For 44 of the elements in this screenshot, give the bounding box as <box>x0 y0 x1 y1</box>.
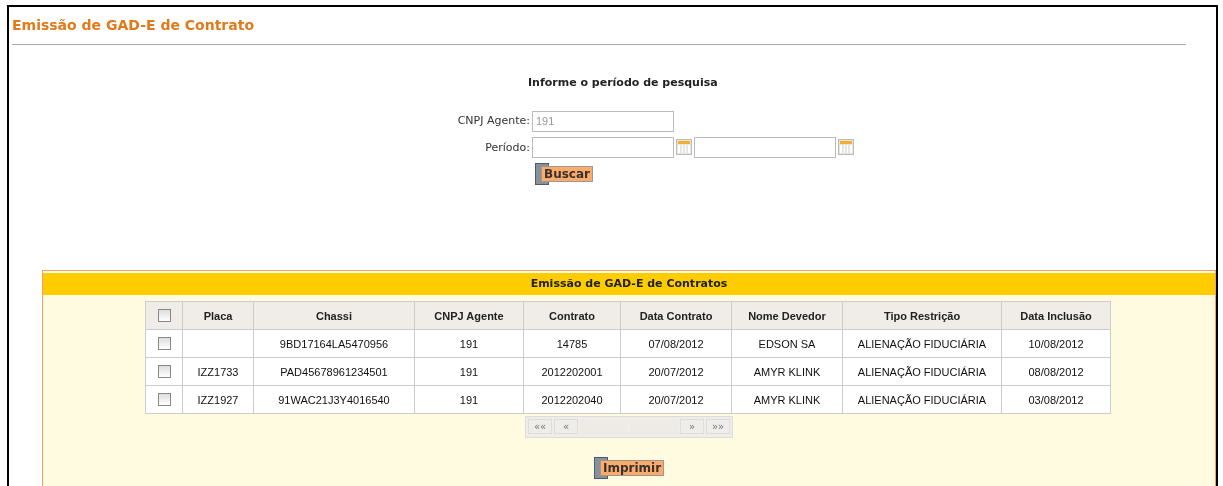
table-cell: 9BD17164LA5470956 <box>253 329 415 358</box>
table-cell: 07/08/2012 <box>620 329 732 358</box>
table-cell: 08/08/2012 <box>1001 357 1111 386</box>
checkbox[interactable] <box>157 393 171 407</box>
table-cell: 10/08/2012 <box>1001 329 1111 358</box>
table-cell: AMYR KLINK <box>731 357 843 386</box>
table-cell: IZZ1927 <box>182 385 254 414</box>
table-cell: AMYR KLINK <box>731 385 843 414</box>
calendar-icon[interactable] <box>838 139 854 155</box>
checkbox[interactable] <box>157 365 171 379</box>
panel-header: Emissão de GAD-E de Contratos <box>43 273 1215 295</box>
table-cell: 14785 <box>523 329 621 358</box>
table-cell: ALIENAÇÃO FIDUCIÁRIA <box>842 357 1002 386</box>
table-cell: 191 <box>414 357 524 386</box>
table-cell: 2012202040 <box>523 385 621 414</box>
table-cell: 03/08/2012 <box>1001 385 1111 414</box>
column-header: Placa <box>182 301 254 330</box>
table-cell: 2012202001 <box>523 357 621 386</box>
table-cell: 191 <box>414 385 524 414</box>
column-header: CNPJ Agente <box>414 301 524 330</box>
checkbox[interactable] <box>157 309 171 323</box>
column-header: Nome Devedor <box>731 301 843 330</box>
table-cell: PAD45678961234501 <box>253 357 415 386</box>
column-header: Data Contrato <box>620 301 732 330</box>
date-field[interactable] <box>532 136 674 158</box>
date-field[interactable] <box>694 136 836 158</box>
table-cell: ALIENAÇÃO FIDUCIÁRIA <box>842 385 1002 414</box>
calendar-icon[interactable] <box>676 139 692 155</box>
checkbox[interactable] <box>157 337 171 351</box>
column-header: Data Inclusão <box>1001 301 1111 330</box>
table-cell: IZZ1733 <box>182 357 254 386</box>
table-cell: 91WAC21J3Y4016540 <box>253 385 415 414</box>
form-heading: Informe o período de pesquisa <box>528 76 718 89</box>
page-title: Emissão de GAD-E de Contrato <box>12 17 254 33</box>
table-cell: 20/07/2012 <box>620 357 732 386</box>
table-cell: 20/07/2012 <box>620 385 732 414</box>
table-cell: EDSON SA <box>731 329 843 358</box>
field-label: Período: <box>485 140 530 154</box>
table-cell: 191 <box>414 329 524 358</box>
field-label: CNPJ Agente: <box>457 114 530 128</box>
column-header: Contrato <box>523 301 621 330</box>
column-header: Tipo Restrição <box>842 301 1002 330</box>
table-cell: ALIENAÇÃO FIDUCIÁRIA <box>842 329 1002 358</box>
column-header: Chassi <box>253 301 415 330</box>
